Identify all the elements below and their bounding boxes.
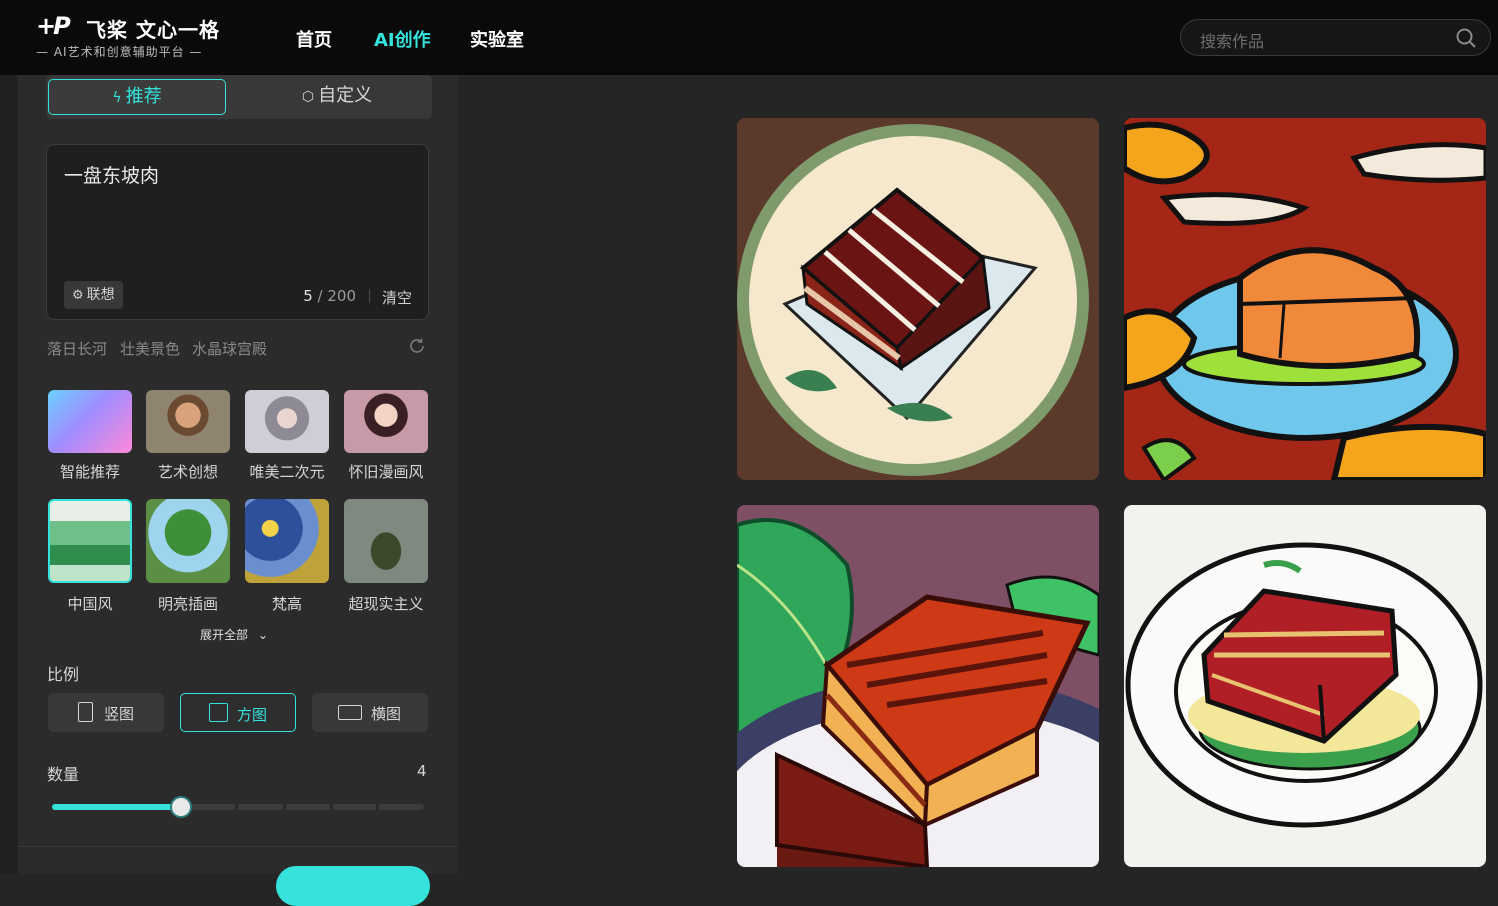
style-chinese[interactable]: 中国风 — [48, 499, 132, 614]
nav-ai-create[interactable]: AI创作 — [374, 26, 431, 52]
char-count: 5 — [303, 287, 313, 305]
dongpo-pork-image — [1124, 118, 1486, 480]
expand-all-button[interactable]: 展开全部 ⌄ — [200, 626, 268, 643]
landscape-shape-icon — [338, 705, 362, 720]
style-thumbnail — [146, 499, 230, 583]
result-image-2[interactable] — [1124, 118, 1486, 480]
dongpo-pork-image — [1124, 505, 1486, 867]
quantity-slider-fill — [52, 804, 181, 810]
slider-tick — [330, 804, 333, 810]
dongpo-pork-image — [737, 505, 1099, 867]
quantity-slider-handle[interactable] — [170, 796, 192, 818]
style-thumbnail — [344, 499, 428, 583]
quantity-value: 4 — [417, 762, 427, 780]
prompt-textarea[interactable]: 一盘东坡肉 ⚙ 联想 5 / 200 清空 — [46, 144, 429, 320]
ratio-landscape-label: 横图 — [371, 705, 402, 723]
result-image-3[interactable] — [737, 505, 1099, 867]
nav-lab[interactable]: 实验室 — [470, 26, 524, 52]
style-thumbnail — [245, 499, 329, 583]
paddle-logo-mark: +P — [36, 12, 71, 40]
style-label: 超现实主义 — [348, 595, 424, 613]
sidebar-edge — [0, 75, 18, 874]
style-thumbnail — [344, 390, 428, 453]
style-label: 中国风 — [67, 595, 113, 613]
style-thumbnail — [245, 390, 329, 453]
quantity-title: 数量 — [47, 765, 80, 784]
nav-home[interactable]: 首页 — [296, 26, 332, 52]
chevron-down-icon: ⌄ — [257, 628, 268, 642]
style-label: 梵高 — [271, 595, 302, 613]
tab-custom-label: 自定义 — [318, 85, 373, 106]
slider-tick — [283, 804, 286, 810]
style-smart-recommend[interactable]: 智能推荐 — [48, 390, 132, 482]
clear-button[interactable]: 清空 — [382, 287, 412, 308]
ratio-title: 比例 — [47, 665, 80, 684]
mode-tabs: ϟ 推荐 ⬡ 自定义 — [46, 75, 432, 119]
style-label: 艺术创想 — [157, 463, 218, 481]
style-surrealism[interactable]: 超现实主义 — [344, 499, 428, 614]
ratio-portrait-button[interactable]: 竖图 — [48, 693, 164, 732]
result-image-1[interactable] — [737, 118, 1099, 480]
ratio-landscape-button[interactable]: 横图 — [312, 693, 428, 732]
result-image-4[interactable] — [1124, 505, 1486, 867]
expand-all-label: 展开全部 — [200, 628, 249, 642]
suggestion-tag[interactable]: 水晶球宫殿 — [192, 338, 267, 359]
char-counter: 5 / 200 — [303, 287, 356, 305]
style-thumbnail — [48, 499, 132, 583]
top-bar: +P 飞桨 文心一格 — AI艺术和创意辅助平台 — 首页 AI创作 实验室 搜… — [0, 0, 1498, 75]
suggestion-tag[interactable]: 壮美景色 — [120, 338, 180, 359]
logo-title: 飞桨 文心一格 — [86, 18, 220, 42]
style-label: 明亮插画 — [157, 595, 218, 613]
search-input[interactable]: 搜索作品 — [1200, 28, 1264, 52]
quantity-slider-track[interactable] — [52, 804, 424, 810]
style-bright-illustration[interactable]: 明亮插画 — [146, 499, 230, 614]
portrait-shape-icon — [78, 702, 93, 722]
style-art-imagine[interactable]: 艺术创想 — [146, 390, 230, 482]
style-label: 唯美二次元 — [249, 463, 325, 481]
square-shape-icon — [209, 703, 228, 722]
suggestion-tag[interactable]: 落日长河 — [47, 338, 107, 359]
char-max: / 200 — [317, 287, 356, 305]
ratio-portrait-label: 竖图 — [104, 705, 135, 723]
tab-recommend-label: 推荐 — [125, 86, 162, 107]
style-thumbnail — [48, 390, 132, 453]
slider-tick — [376, 804, 379, 810]
associate-button[interactable]: ⚙ 联想 — [64, 281, 123, 309]
associate-label: 联想 — [86, 287, 115, 303]
bolt-icon: ϟ — [112, 90, 122, 106]
style-retro-comic[interactable]: 怀旧漫画风 — [344, 390, 428, 482]
refresh-icon[interactable] — [408, 337, 426, 355]
ratio-square-button[interactable]: 方图 — [180, 693, 296, 732]
ratio-square-label: 方图 — [237, 706, 268, 724]
panel-divider — [18, 846, 458, 847]
style-anime[interactable]: 唯美二次元 — [245, 390, 329, 482]
tab-custom[interactable]: ⬡ 自定义 — [248, 79, 426, 115]
associate-icon: ⚙ — [72, 288, 84, 303]
dongpo-pork-image — [737, 118, 1099, 480]
style-van-gogh[interactable]: 梵高 — [245, 499, 329, 614]
style-label: 智能推荐 — [59, 463, 120, 481]
style-label: 怀旧漫画风 — [348, 463, 424, 481]
generate-button[interactable] — [276, 866, 430, 906]
cube-icon: ⬡ — [301, 89, 315, 105]
search-icon[interactable] — [1456, 28, 1476, 48]
prompt-text[interactable]: 一盘东坡肉 — [64, 161, 159, 188]
logo-subtitle: — AI艺术和创意辅助平台 — — [36, 45, 203, 59]
tab-recommend[interactable]: ϟ 推荐 — [48, 79, 226, 115]
logo[interactable]: +P 飞桨 文心一格 — AI艺术和创意辅助平台 — — [36, 12, 226, 62]
style-thumbnail — [146, 390, 230, 453]
search-box[interactable]: 搜索作品 — [1180, 19, 1491, 56]
slider-tick — [235, 804, 238, 810]
divider — [369, 289, 370, 303]
